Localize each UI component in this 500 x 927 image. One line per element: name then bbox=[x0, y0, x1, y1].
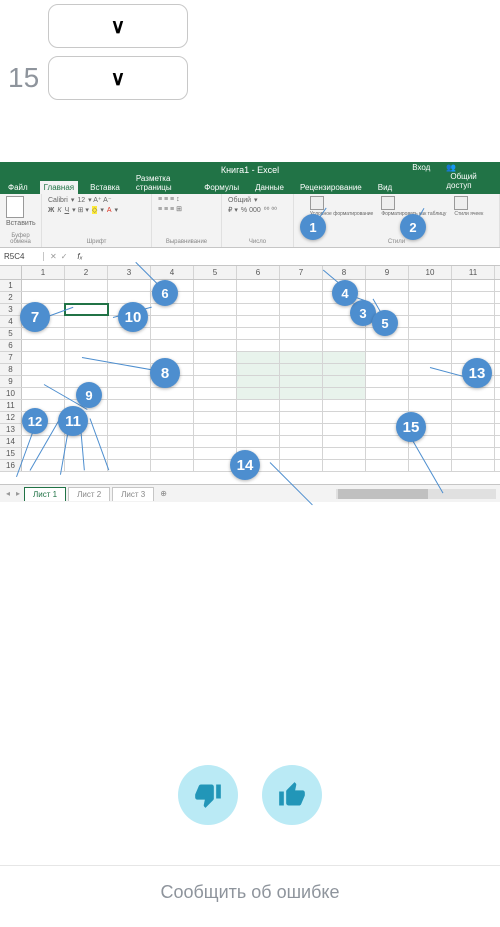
callout-15: 15 bbox=[396, 412, 426, 442]
group-number: Число bbox=[228, 239, 287, 245]
accept-icon[interactable]: ✓ bbox=[61, 252, 68, 261]
paste-icon[interactable] bbox=[6, 196, 24, 218]
tab-formulas[interactable]: Формулы bbox=[200, 181, 243, 194]
fx-icon[interactable]: fₓ bbox=[73, 252, 86, 261]
number-format[interactable]: Общий bbox=[228, 197, 251, 204]
callout-9: 9 bbox=[76, 382, 102, 408]
select-all-corner[interactable] bbox=[0, 266, 22, 279]
col-header[interactable]: 4 bbox=[151, 266, 194, 279]
group-styles: Стили bbox=[300, 239, 493, 245]
col-header[interactable]: 10 bbox=[409, 266, 452, 279]
cancel-icon[interactable]: ✕ bbox=[50, 252, 57, 261]
dropdown-2[interactable]: ∨ bbox=[48, 56, 188, 100]
col-header[interactable]: 8 bbox=[323, 266, 366, 279]
thumbs-up-icon bbox=[278, 781, 306, 809]
col-header[interactable]: 6 bbox=[237, 266, 280, 279]
tab-view[interactable]: Вид bbox=[374, 181, 396, 194]
col-header[interactable]: 7 bbox=[280, 266, 323, 279]
tab-data[interactable]: Данные bbox=[251, 181, 288, 194]
add-sheet-icon[interactable]: ⊕ bbox=[156, 489, 171, 498]
sheet-tab-1[interactable]: Лист 1 bbox=[24, 487, 66, 501]
thumbs-down-icon bbox=[194, 781, 222, 809]
sheet-tab-3[interactable]: Лист 3 bbox=[112, 487, 154, 501]
cell-grid[interactable]: 1 2 3 4 5 6 7 8 9 10 11 12 13 14 15 16 bbox=[0, 280, 500, 472]
callout-4: 4 bbox=[332, 280, 358, 306]
tab-insert[interactable]: Вставка bbox=[86, 181, 124, 194]
tab-home[interactable]: Главная bbox=[40, 181, 78, 194]
ribbon-tabs: Файл Главная Вставка Разметка страницы Ф… bbox=[0, 178, 500, 194]
col-header[interactable]: 5 bbox=[194, 266, 237, 279]
chevron-down-icon: ∨ bbox=[111, 14, 126, 39]
callout-13: 13 bbox=[462, 358, 492, 388]
group-clipboard: Буфер обмена bbox=[6, 233, 35, 245]
horizontal-scrollbar[interactable] bbox=[336, 489, 496, 499]
name-box[interactable]: R5C4 bbox=[0, 252, 44, 261]
callout-8: 8 bbox=[150, 358, 180, 388]
share[interactable]: 👥 Общий доступ bbox=[442, 161, 492, 192]
cond-format-icon[interactable] bbox=[310, 196, 324, 210]
callout-5: 5 bbox=[372, 310, 398, 336]
callout-14: 14 bbox=[230, 450, 260, 480]
tab-review[interactable]: Рецензирование bbox=[296, 181, 366, 194]
paste-label: Вставить bbox=[6, 220, 35, 227]
chevron-down-icon: ∨ bbox=[111, 66, 126, 91]
callout-7: 7 bbox=[20, 302, 50, 332]
format-table-icon[interactable] bbox=[381, 196, 395, 210]
report-error-link[interactable]: Сообщить об ошибке bbox=[160, 882, 339, 903]
sheet-nav-prev[interactable]: ◂ bbox=[4, 489, 12, 498]
dropdown-num-2: 15 bbox=[8, 62, 40, 94]
callout-12: 12 bbox=[22, 408, 48, 434]
tab-layout[interactable]: Разметка страницы bbox=[132, 172, 192, 194]
cell-styles-icon[interactable] bbox=[454, 196, 468, 210]
group-alignment: Выравнивание bbox=[158, 239, 215, 245]
sheet-tab-2[interactable]: Лист 2 bbox=[68, 487, 110, 501]
font-name[interactable]: Calibri bbox=[48, 197, 68, 204]
dropdown-1[interactable]: ∨ bbox=[48, 4, 188, 48]
window-title: Книга1 - Excel bbox=[221, 165, 279, 175]
thumbs-up-button[interactable] bbox=[262, 765, 322, 825]
callout-10: 10 bbox=[118, 302, 148, 332]
sign-in[interactable]: Вход bbox=[408, 161, 434, 192]
callout-6: 6 bbox=[152, 280, 178, 306]
callout-2: 2 bbox=[400, 214, 426, 240]
col-header[interactable]: 9 bbox=[366, 266, 409, 279]
group-font: Шрифт bbox=[48, 239, 145, 245]
col-header[interactable]: 1 bbox=[22, 266, 65, 279]
callout-1: 1 bbox=[300, 214, 326, 240]
font-size[interactable]: 12 bbox=[77, 197, 85, 204]
tab-file[interactable]: Файл bbox=[4, 181, 32, 194]
callout-11: 11 bbox=[58, 406, 88, 436]
col-header[interactable]: 2 bbox=[65, 266, 108, 279]
col-header[interactable]: 11 bbox=[452, 266, 495, 279]
active-cell[interactable] bbox=[65, 304, 108, 315]
thumbs-down-button[interactable] bbox=[178, 765, 238, 825]
sheet-nav-next[interactable]: ▸ bbox=[14, 489, 22, 498]
excel-screenshot: Книга1 - Excel Файл Главная Вставка Разм… bbox=[0, 162, 500, 502]
